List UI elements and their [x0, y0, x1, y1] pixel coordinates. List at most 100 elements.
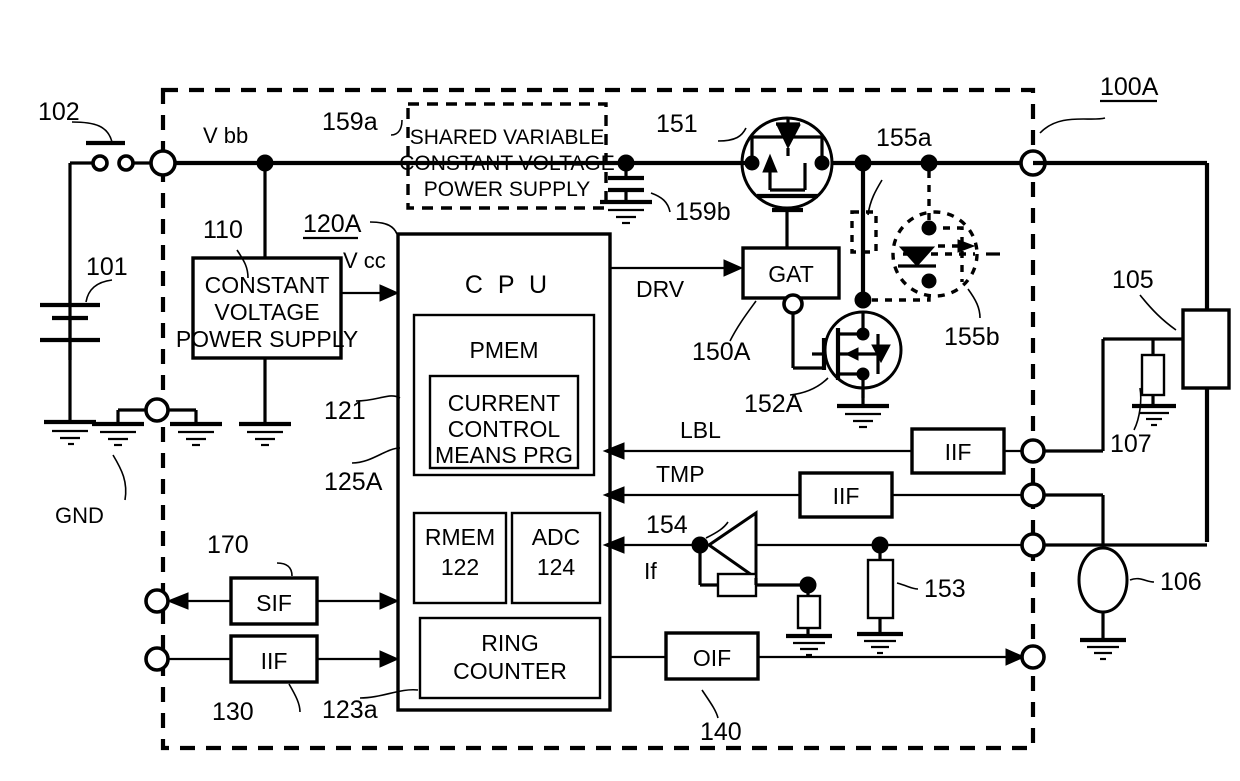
leader-100A	[1039, 117, 1106, 134]
ground-icon	[44, 419, 96, 446]
leader-105	[1139, 294, 1177, 331]
ref-107: 107	[1110, 430, 1152, 458]
if-terminal[interactable]	[1020, 532, 1046, 558]
arrow-head	[379, 650, 400, 668]
label-tmp: TMP	[656, 461, 705, 487]
junction-dot	[920, 154, 938, 172]
load-105-box	[1181, 308, 1231, 390]
ref-110: 110	[203, 216, 243, 244]
ground-icon	[170, 421, 222, 447]
mosfet-n-channel-icon	[812, 310, 903, 398]
iif-terminal[interactable]	[144, 646, 170, 672]
rmem-label: RMEM	[425, 524, 495, 550]
lamp-icon	[1077, 546, 1129, 638]
label-vbb: V bb	[203, 123, 248, 148]
leader-101	[85, 279, 113, 303]
adc-label: ADC	[532, 524, 581, 550]
ref-170: 170	[207, 531, 249, 559]
ref-120A: 120A	[303, 210, 362, 238]
arrow-head	[723, 259, 744, 277]
ref-159a: 159a	[322, 108, 378, 136]
leader-106	[1129, 577, 1155, 583]
leader-155b	[967, 288, 981, 319]
sif-terminal[interactable]	[144, 588, 170, 614]
ref-159b: 159b	[675, 198, 731, 226]
ground-icon	[786, 633, 832, 657]
resistor-icon	[796, 594, 822, 630]
amplifier-icon	[691, 510, 822, 636]
switch-icon	[68, 140, 155, 360]
gnd-terminal[interactable]	[144, 397, 170, 423]
shared-supply-line-1: SHARED VARIABLE	[410, 126, 605, 149]
ref-105: 105	[1112, 266, 1154, 294]
leader-107	[1133, 387, 1142, 431]
adc-num: 124	[537, 554, 576, 580]
ref-123a: 123a	[322, 696, 378, 724]
ref-130: 130	[212, 698, 254, 726]
vbb-terminal[interactable]	[149, 149, 177, 177]
cvps-line-2: VOLTAGE	[214, 299, 319, 325]
leader-155a	[867, 179, 883, 216]
label-gnd: GND	[55, 503, 104, 528]
cvps-line-3: POWER SUPPLY	[176, 326, 358, 352]
shared-supply-line-2: CONSTANT VOLTAGE	[399, 152, 614, 175]
battery-icon	[40, 280, 100, 420]
leader-159a	[390, 119, 403, 136]
arrow-head	[379, 592, 400, 610]
ground-icon	[1080, 637, 1126, 661]
ref-151: 151	[656, 110, 698, 138]
leader-159b	[650, 192, 671, 213]
ref-102: 102	[38, 98, 80, 126]
ground-icon	[857, 631, 903, 655]
shared-supply-line-3: POWER SUPPLY	[424, 178, 590, 201]
prg-line-2: CONTROL	[448, 416, 561, 442]
junction-dot	[854, 291, 872, 309]
label-if: If	[644, 558, 657, 584]
sif-label: SIF	[256, 590, 292, 616]
iif-tmp-label: IIF	[833, 483, 860, 509]
ref-106: 106	[1160, 568, 1202, 596]
label-drv: DRV	[636, 276, 685, 302]
pmem-label: PMEM	[470, 337, 539, 363]
ref-155b: 155b	[944, 323, 1000, 351]
ground-icon	[837, 403, 889, 429]
circuit-diagram-svg: 102 101 GND V bb CONSTANT VOLTAGE POWER …	[38, 73, 1231, 751]
tmp-terminal[interactable]	[1020, 482, 1046, 508]
leader-140	[701, 689, 719, 719]
opto-coupler-icon	[872, 171, 1000, 302]
resistor-icon	[1140, 339, 1166, 405]
ref-152A: 152A	[744, 390, 803, 418]
leader-150A	[729, 300, 757, 342]
ref-100A: 100A	[1100, 73, 1159, 101]
gat-output-node	[782, 293, 804, 315]
mosfet-p-channel-icon	[740, 116, 834, 240]
ring-counter-line-2: COUNTER	[453, 658, 567, 684]
iif-lbl-label: IIF	[945, 439, 972, 465]
ref-153: 153	[924, 575, 966, 603]
rmem-num: 122	[441, 554, 479, 580]
ground-icon	[239, 421, 291, 447]
label-lbl: LBL	[680, 417, 721, 443]
leader-170	[276, 562, 293, 577]
leader-125A	[351, 447, 401, 464]
leader-151	[717, 127, 747, 142]
iif-left-label: IIF	[261, 648, 288, 674]
gat-label: GAT	[768, 261, 814, 287]
prg-line-3: MEANS PRG	[435, 442, 573, 468]
ref-155a: 155a	[876, 124, 932, 152]
oif-label: OIF	[693, 645, 731, 671]
ref-154: 154	[646, 511, 688, 539]
ref-121: 121	[324, 397, 366, 425]
figure-canvas: 102 101 GND V bb CONSTANT VOLTAGE POWER …	[0, 0, 1240, 781]
leader-gnd	[112, 454, 127, 501]
label-vcc: V cc	[343, 248, 386, 273]
oif-terminal[interactable]	[1020, 644, 1046, 670]
ring-counter-line-1: RING	[481, 630, 539, 656]
leader-130	[288, 683, 301, 713]
lbl-terminal[interactable]	[1020, 438, 1046, 464]
prg-line-1: CURRENT	[448, 390, 560, 416]
leader-153	[896, 582, 919, 590]
ground-icon	[92, 421, 144, 447]
cvps-line-1: CONSTANT	[205, 272, 330, 298]
ref-125A: 125A	[324, 468, 383, 496]
